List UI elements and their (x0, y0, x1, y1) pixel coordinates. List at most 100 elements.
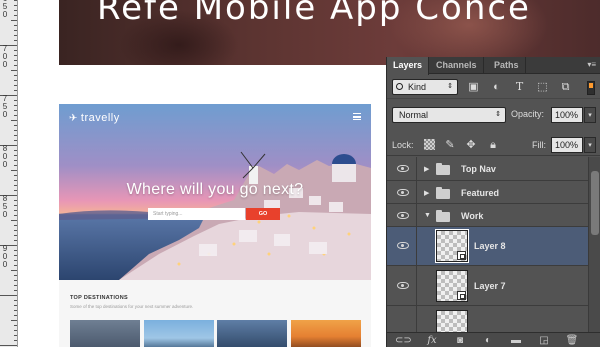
opacity-dropdown-button[interactable]: ▾ (584, 107, 596, 123)
pixel-layer-filter-icon[interactable]: ▣ (467, 81, 480, 93)
layer-row-layer-8[interactable]: Layer 8 (387, 227, 588, 266)
ruler-tick (14, 30, 17, 31)
opacity-input[interactable]: 100% (551, 107, 583, 123)
adjustment-layer-filter-icon[interactable]: ◐ (490, 81, 503, 93)
ruler-digit: 0 (2, 260, 8, 269)
ruler-tick (14, 75, 17, 76)
ruler-tick (11, 270, 17, 271)
ruler-tick (14, 325, 17, 326)
ruler-tick (14, 200, 17, 201)
add-mask-icon[interactable]: ◙ (453, 334, 467, 347)
ruler-tick (14, 100, 17, 101)
type-layer-filter-icon[interactable]: T (513, 81, 526, 93)
eye-icon[interactable] (397, 189, 409, 196)
visibility-cell[interactable] (387, 266, 417, 305)
tab-paths[interactable]: Paths (488, 57, 526, 74)
lock-position-icon[interactable]: ✥ (465, 139, 477, 151)
airplane-icon: ✈ (69, 113, 78, 124)
delete-layer-icon[interactable]: 🗑︎ (565, 334, 579, 347)
new-adjustment-layer-icon[interactable]: ◐ (481, 334, 495, 347)
panel-menu-icon[interactable]: ▾≡ (587, 61, 596, 69)
eye-icon[interactable] (397, 282, 409, 289)
layer-row-featured[interactable]: ▶ Featured (387, 181, 588, 204)
select-arrows-icon: ⇕ (495, 111, 501, 118)
layer-thumbnail[interactable] (435, 229, 469, 263)
tab-channels[interactable]: Channels (430, 57, 484, 74)
layer-thumbnail[interactable] (436, 310, 468, 332)
ruler-tick (14, 40, 17, 41)
lock-transparent-pixels-icon[interactable] (424, 139, 435, 150)
ruler-tick (14, 340, 17, 341)
smart-object-filter-icon[interactable]: ⧉ (559, 81, 572, 93)
lock-all-icon[interactable]: 🔒︎ (487, 139, 499, 151)
expand-arrow-icon[interactable]: ▶ (424, 189, 429, 197)
eye-icon[interactable] (397, 165, 409, 172)
layer-thumbnail[interactable] (436, 270, 468, 302)
ruler-label: 850 (1, 195, 9, 219)
ruler-tick (14, 255, 17, 256)
expand-arrow-icon[interactable]: ▶ (424, 165, 429, 173)
artboard-title: Refe Mobile App Conce (97, 0, 531, 28)
select-arrows-icon: ⇕ (447, 83, 453, 90)
visibility-cell[interactable] (387, 306, 417, 332)
hamburger-menu-icon[interactable] (353, 113, 361, 120)
destination-thumbnail[interactable] (70, 320, 140, 347)
ruler-tick (14, 105, 17, 106)
fill-label: Fill: (532, 140, 546, 150)
tab-layers[interactable]: Layers (387, 57, 430, 75)
filter-toggle-switch[interactable] (587, 81, 595, 95)
layers-list: ▶ Top Nav ▶ Featured ▼ Work Layer 8 Laye… (387, 157, 588, 332)
ruler-digit: 0 (2, 60, 8, 69)
ruler-tick (14, 300, 17, 301)
visibility-cell[interactable] (387, 181, 417, 203)
ruler-tick (14, 80, 17, 81)
scrollbar-thumb[interactable] (591, 171, 599, 235)
destinations-subtitle: Some of the top destinations for your ne… (70, 304, 194, 309)
panel-bottom-toolbar: ⊂⊃ fx ◙ ◐ ▬ ◲ 🗑︎ (387, 332, 600, 347)
fill-input[interactable]: 100% (551, 137, 583, 153)
layers-scrollbar[interactable] (588, 157, 600, 332)
ruler-tick (14, 180, 17, 181)
filter-kind-select[interactable]: Kind ⇕ (392, 79, 458, 95)
ruler-tick (14, 130, 17, 131)
shape-layer-filter-icon[interactable]: ⬚ (536, 81, 549, 93)
visibility-cell[interactable] (387, 157, 417, 180)
new-layer-icon[interactable]: ◲ (537, 334, 551, 347)
layer-row-layer-7[interactable]: Layer 7 (387, 266, 588, 306)
fill-dropdown-button[interactable]: ▾ (584, 137, 596, 153)
search-icon (396, 83, 403, 90)
ruler-tick (14, 280, 17, 281)
visibility-cell[interactable] (387, 204, 417, 226)
filter-kind-value: Kind (408, 82, 427, 92)
site-logo[interactable]: ✈ travelly (69, 112, 120, 124)
layer-style-fx-icon[interactable]: fx (425, 334, 439, 347)
ruler-tick (14, 115, 17, 116)
site-search-input[interactable]: Start typing... (148, 208, 245, 220)
visibility-cell[interactable] (387, 227, 417, 265)
link-layers-icon[interactable]: ⊂⊃ (395, 334, 412, 347)
destination-thumbnail[interactable] (217, 320, 287, 347)
ruler-tick (14, 290, 17, 291)
ruler-tick (11, 220, 17, 221)
layer-row-partial[interactable] (387, 306, 588, 332)
eye-icon[interactable] (397, 242, 409, 249)
new-group-icon[interactable]: ▬ (509, 334, 523, 347)
eye-icon[interactable] (397, 212, 409, 219)
layer-filter-row: Kind ⇕ ▣ ◐ T ⬚ ⧉ (387, 75, 600, 99)
ruler-tick (14, 205, 17, 206)
destination-thumbnail[interactable] (144, 320, 214, 347)
ruler-tick (14, 125, 17, 126)
layer-row-top-nav[interactable]: ▶ Top Nav (387, 157, 588, 181)
collapse-arrow-icon[interactable]: ▼ (424, 212, 431, 219)
vertical-ruler[interactable]: 650 700 750 800 850 900 (0, 0, 18, 347)
brand-name: travelly (80, 112, 120, 124)
ruler-digit: 0 (2, 10, 8, 19)
lock-image-pixels-icon[interactable]: ✎ (444, 139, 456, 151)
ruler-tick (14, 235, 17, 236)
blend-mode-select[interactable]: Normal ⇕ (392, 107, 506, 123)
ruler-tick (14, 185, 17, 186)
destination-thumbnail[interactable] (291, 320, 361, 347)
opacity-label: Opacity: (511, 109, 545, 119)
site-go-button[interactable]: GO (246, 208, 280, 220)
layer-row-work[interactable]: ▼ Work (387, 204, 588, 227)
